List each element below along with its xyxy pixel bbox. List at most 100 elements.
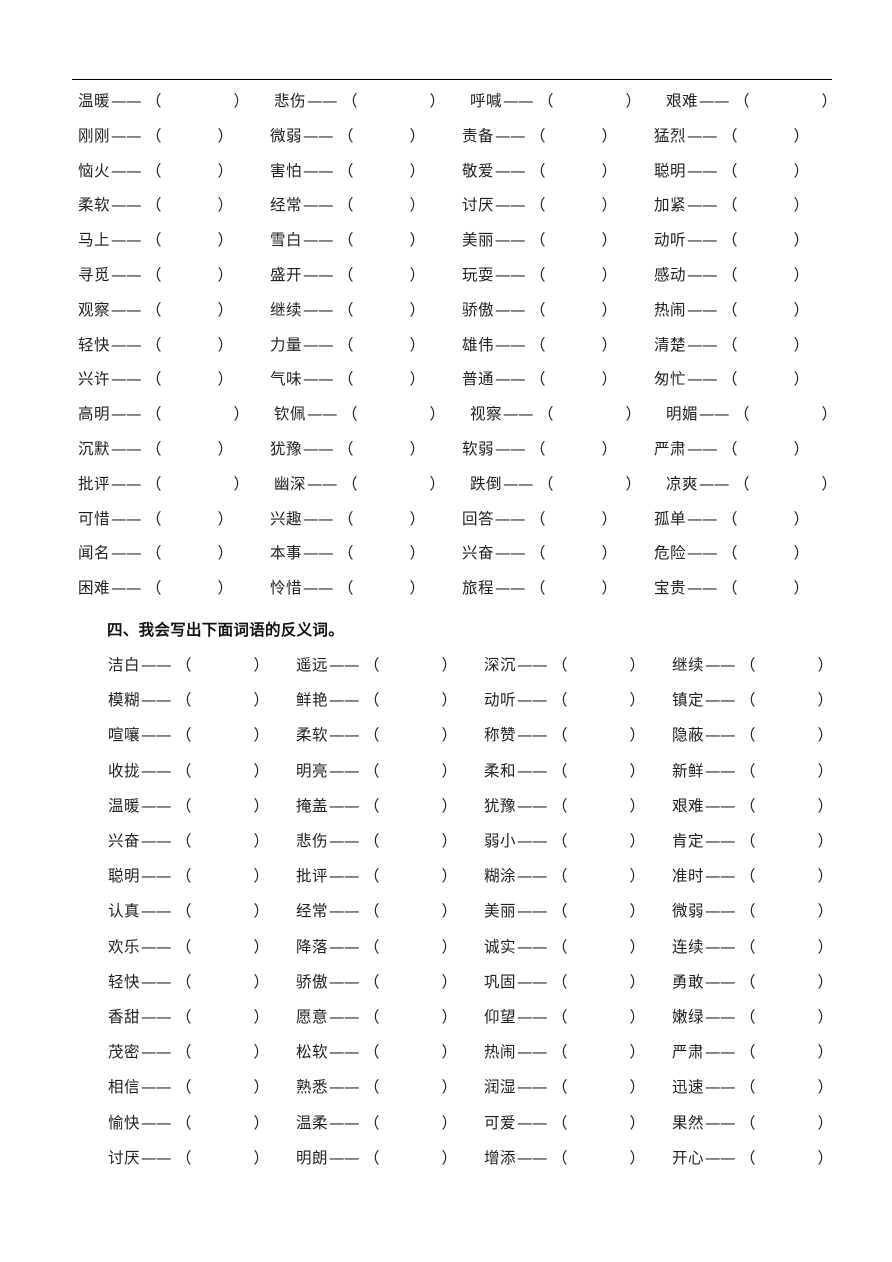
dash-connector: —— <box>111 405 142 424</box>
word-pair-item: 温暖 —— （ ） <box>78 92 274 110</box>
word-pair-item: 模糊 —— （ ） <box>108 693 296 709</box>
prompt-word: 降落 <box>296 937 329 956</box>
dash-connector: —— <box>705 726 736 745</box>
paren-open: （ <box>538 474 554 493</box>
dash-connector: —— <box>503 474 534 493</box>
paren-open: （ <box>146 579 162 598</box>
word-pair-item: 旅程 —— （ ） <box>462 581 654 597</box>
prompt-word: 猛烈 <box>654 126 687 145</box>
word-pair-item: 相信 —— （ ） <box>108 1080 296 1096</box>
word-pair-item: 猛烈 —— （ ） <box>654 126 846 145</box>
prompt-word: 玩耍 <box>462 266 495 284</box>
word-pair-item: 钦佩 —— （ ） <box>274 407 470 423</box>
prompt-word: 骄傲 <box>296 972 329 991</box>
word-pair-item: 讨厌 —— （ ） <box>462 198 654 214</box>
word-pair-item: 糊涂 —— （ ） <box>484 869 672 885</box>
word-pair-item: 聪明 —— （ ） <box>108 869 296 885</box>
word-pair-item: 回答 —— （ ） <box>462 509 654 528</box>
paren-close: ） <box>629 902 646 921</box>
prompt-word: 凉爽 <box>666 474 699 493</box>
prompt-word: 柔和 <box>484 761 517 780</box>
word-pair-item: 连续 —— （ ） <box>672 937 860 956</box>
paren-open: （ <box>146 474 162 493</box>
word-pair-item: 动听 —— （ ） <box>484 693 672 709</box>
prompt-word: 敬爱 <box>462 161 495 180</box>
word-pair-item: 怜惜 —— （ ） <box>270 581 462 597</box>
word-pair-item: 准时 —— （ ） <box>672 869 860 885</box>
paren-close: ） <box>409 161 426 180</box>
paren-close: ） <box>441 796 458 815</box>
paren-open: （ <box>146 509 162 528</box>
word-pair-item: 勇敢 —— （ ） <box>672 972 860 991</box>
dash-connector: —— <box>495 126 526 145</box>
paren-close: ） <box>601 370 618 389</box>
paren-open: （ <box>176 867 192 886</box>
paren-close: ） <box>793 161 810 180</box>
prompt-word: 回答 <box>462 509 495 528</box>
exercise-row: 批评 —— （）幽深 —— （）跌倒 —— （）凉爽 —— （） <box>78 474 862 493</box>
paren-close: ） <box>441 726 458 745</box>
dash-connector: —— <box>517 902 548 921</box>
paren-open: （ <box>530 126 546 145</box>
dash-connector: —— <box>517 1043 548 1062</box>
paren-close: ） <box>821 92 838 110</box>
word-pair-item: 美丽 —— （ ） <box>484 904 672 920</box>
dash-connector: —— <box>111 335 142 354</box>
word-pair-item: 凉爽 —— （ ） <box>666 474 862 493</box>
prompt-word: 勇敢 <box>672 972 705 991</box>
paren-close: ） <box>233 405 250 424</box>
paren-close: ） <box>217 196 234 215</box>
exercise-row: 可惜 —— （）兴趣 —— （）回答 —— （）孤单 —— （） <box>78 509 846 528</box>
word-pair-item: 继续 —— （ ） <box>270 302 462 319</box>
paren-close: ） <box>253 972 270 991</box>
paren-close: ） <box>233 92 250 110</box>
dash-connector: —— <box>495 509 526 528</box>
paren-open: （ <box>530 266 546 284</box>
dash-connector: —— <box>705 1078 736 1097</box>
word-pair-item: 柔软 —— （ ） <box>296 728 484 744</box>
paren-open: （ <box>722 370 738 389</box>
dash-connector: —— <box>111 231 142 250</box>
exercise-row: 高明 —— （）钦佩 —— （）视察 —— （）明媚 —— （） <box>78 407 862 423</box>
paren-open: （ <box>734 92 750 110</box>
word-pair-item: 犹豫 —— （ ） <box>484 798 672 815</box>
prompt-word: 盛开 <box>270 266 303 284</box>
dash-connector: —— <box>705 937 736 956</box>
word-pair-item: 犹豫 —— （ ） <box>270 440 462 458</box>
word-pair-item: 认真 —— （ ） <box>108 904 296 920</box>
prompt-word: 增添 <box>484 1148 517 1167</box>
paren-close: ） <box>409 440 426 458</box>
paren-open: （ <box>722 126 738 145</box>
prompt-word: 柔软 <box>78 196 111 215</box>
paren-close: ） <box>601 579 618 598</box>
exercise-row: 柔软 —— （）经常 —— （）讨厌 —— （）加紧 —— （） <box>78 198 846 214</box>
paren-open: （ <box>740 1078 756 1097</box>
dash-connector: —— <box>687 126 718 145</box>
dash-connector: —— <box>687 196 718 215</box>
dash-connector: —— <box>303 544 334 563</box>
prompt-word: 力量 <box>270 335 303 354</box>
word-pair-item: 微弱 —— （ ） <box>672 904 860 920</box>
paren-open: （ <box>530 509 546 528</box>
dash-connector: —— <box>141 1078 172 1097</box>
word-pair-item: 气味 —— （ ） <box>270 372 462 388</box>
exercise-row: 闻名 —— （）本事 —— （）兴奋 —— （）危险 —— （） <box>78 546 846 562</box>
paren-open: （ <box>176 796 192 815</box>
paren-open: （ <box>338 440 354 458</box>
paren-close: ） <box>629 867 646 886</box>
word-pair-item: 茂密 —— （ ） <box>108 1045 296 1061</box>
word-pair-item: 软弱 —— （ ） <box>462 441 654 458</box>
paren-open: （ <box>530 544 546 563</box>
paren-close: ） <box>601 266 618 284</box>
exercise-row: 模糊 —— （）鲜艳 —— （）动听 —— （）镇定 —— （） <box>108 693 860 709</box>
word-pair-item: 微弱 —— （ ） <box>270 128 462 145</box>
prompt-word: 聪明 <box>654 161 687 180</box>
exercise-row: 香甜 —— （）愿意 —— （）仰望 —— （）嫩绿 —— （） <box>108 1009 860 1026</box>
dash-connector: —— <box>141 937 172 956</box>
dash-connector: —— <box>329 937 360 956</box>
paren-open: （ <box>530 196 546 215</box>
paren-close: ） <box>629 656 646 674</box>
dash-connector: —— <box>111 544 142 563</box>
paren-open: （ <box>146 370 162 389</box>
paren-close: ） <box>217 509 234 528</box>
